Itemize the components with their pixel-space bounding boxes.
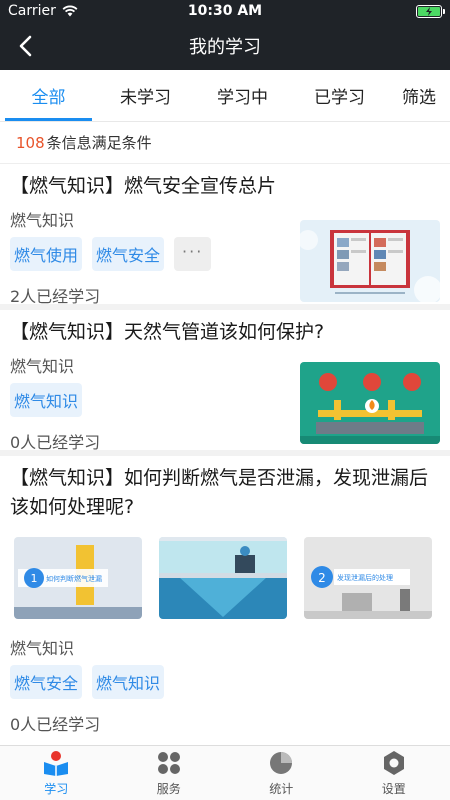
course-category: 燃气知识 [10, 639, 75, 658]
svg-text:2: 2 [318, 571, 326, 585]
list-item[interactable]: 【燃气知识】燃气安全宣传总片 燃气知识 燃气使用 燃气安全 ··· 2人已经学习 [0, 164, 450, 310]
filter-tabs: 全部 未学习 学习中 已学习 筛选 [0, 70, 450, 122]
course-title: 【燃气知识】燃气安全宣传总片 [10, 175, 277, 197]
course-thumbnail[interactable] [159, 537, 287, 619]
tag[interactable]: 燃气知识 [10, 382, 83, 417]
thumbnail-image [300, 220, 440, 302]
tag-list: 燃气安全 燃气知识 [10, 665, 440, 699]
course-thumbnail[interactable]: 1 如何判断燃气泄漏 [14, 537, 142, 619]
status-bar: Carrier 10:30 AM [0, 0, 450, 22]
course-title: 【燃气知识】如何判断燃气是否泄漏，发现泄漏后该如何处理呢? [10, 467, 429, 518]
list-item[interactable]: 【燃气知识】如何判断燃气是否泄漏，发现泄漏后该如何处理呢? 1 如何判断燃气泄漏 [0, 456, 450, 744]
tab-learned[interactable]: 已学习 [291, 70, 388, 121]
page-title: 我的学习 [189, 37, 261, 58]
navigation-bar: 我的学习 [0, 22, 450, 70]
course-thumbnail[interactable] [300, 220, 440, 302]
wifi-icon [62, 5, 78, 17]
svg-text:1: 1 [31, 572, 38, 585]
chevron-left-icon [19, 35, 32, 57]
status-left: Carrier [8, 3, 78, 19]
tab-bar-label: 学习 [44, 781, 69, 796]
course-title: 【燃气知识】天然气管道该如何保护? [10, 321, 325, 343]
tag[interactable]: 燃气安全 [10, 665, 83, 699]
filter-button[interactable]: 筛选 [388, 70, 450, 121]
thumbnail-row: 1 如何判断燃气泄漏 2 发现泄漏后的处理 [14, 537, 440, 619]
back-button[interactable] [0, 22, 50, 70]
result-count-number: 108 [16, 133, 45, 152]
more-tags-button[interactable]: ··· [174, 236, 212, 271]
thumbnail-image [300, 362, 440, 444]
tab-bar-settings[interactable]: 设置 [338, 746, 450, 800]
service-icon [157, 751, 180, 774]
tab-bar-label: 统计 [269, 781, 294, 796]
tab-bar-statistics[interactable]: 统计 [225, 746, 338, 800]
tag[interactable]: 燃气知识 [92, 665, 165, 699]
course-thumbnail[interactable]: 2 发现泄漏后的处理 [304, 537, 432, 619]
tag[interactable]: 燃气安全 [92, 236, 165, 271]
course-list: 【燃气知识】燃气安全宣传总片 燃气知识 燃气使用 燃气安全 ··· 2人已经学习 [0, 164, 450, 744]
tab-learning[interactable]: 学习中 [194, 70, 291, 121]
thumbnail-caption: 如何判断燃气泄漏 [46, 574, 102, 583]
statistics-icon [270, 751, 293, 774]
bottom-tab-bar: 学习 服务 统计 设置 [0, 745, 450, 800]
result-count: 108 条信息满足条件 [0, 122, 450, 164]
tab-bar-study[interactable]: 学习 [0, 746, 113, 800]
battery-icon [416, 4, 445, 18]
tab-all[interactable]: 全部 [0, 70, 97, 121]
carrier-label: Carrier [8, 3, 56, 19]
tab-bar-service[interactable]: 服务 [113, 746, 226, 800]
learner-count: 0人已经学习 [10, 715, 101, 734]
tag[interactable]: 燃气使用 [10, 236, 83, 271]
tab-bar-label: 服务 [156, 781, 181, 796]
course-thumbnail[interactable] [300, 362, 440, 444]
list-item[interactable]: 【燃气知识】天然气管道该如何保护? 燃气知识 燃气知识 0人已经学习 [0, 310, 450, 456]
thumbnail-caption: 发现泄漏后的处理 [337, 573, 393, 582]
study-icon [44, 750, 69, 776]
tab-not-learned[interactable]: 未学习 [97, 70, 194, 121]
result-count-text: 条信息满足条件 [46, 134, 152, 152]
settings-icon [383, 750, 404, 775]
tab-bar-label: 设置 [381, 781, 406, 796]
